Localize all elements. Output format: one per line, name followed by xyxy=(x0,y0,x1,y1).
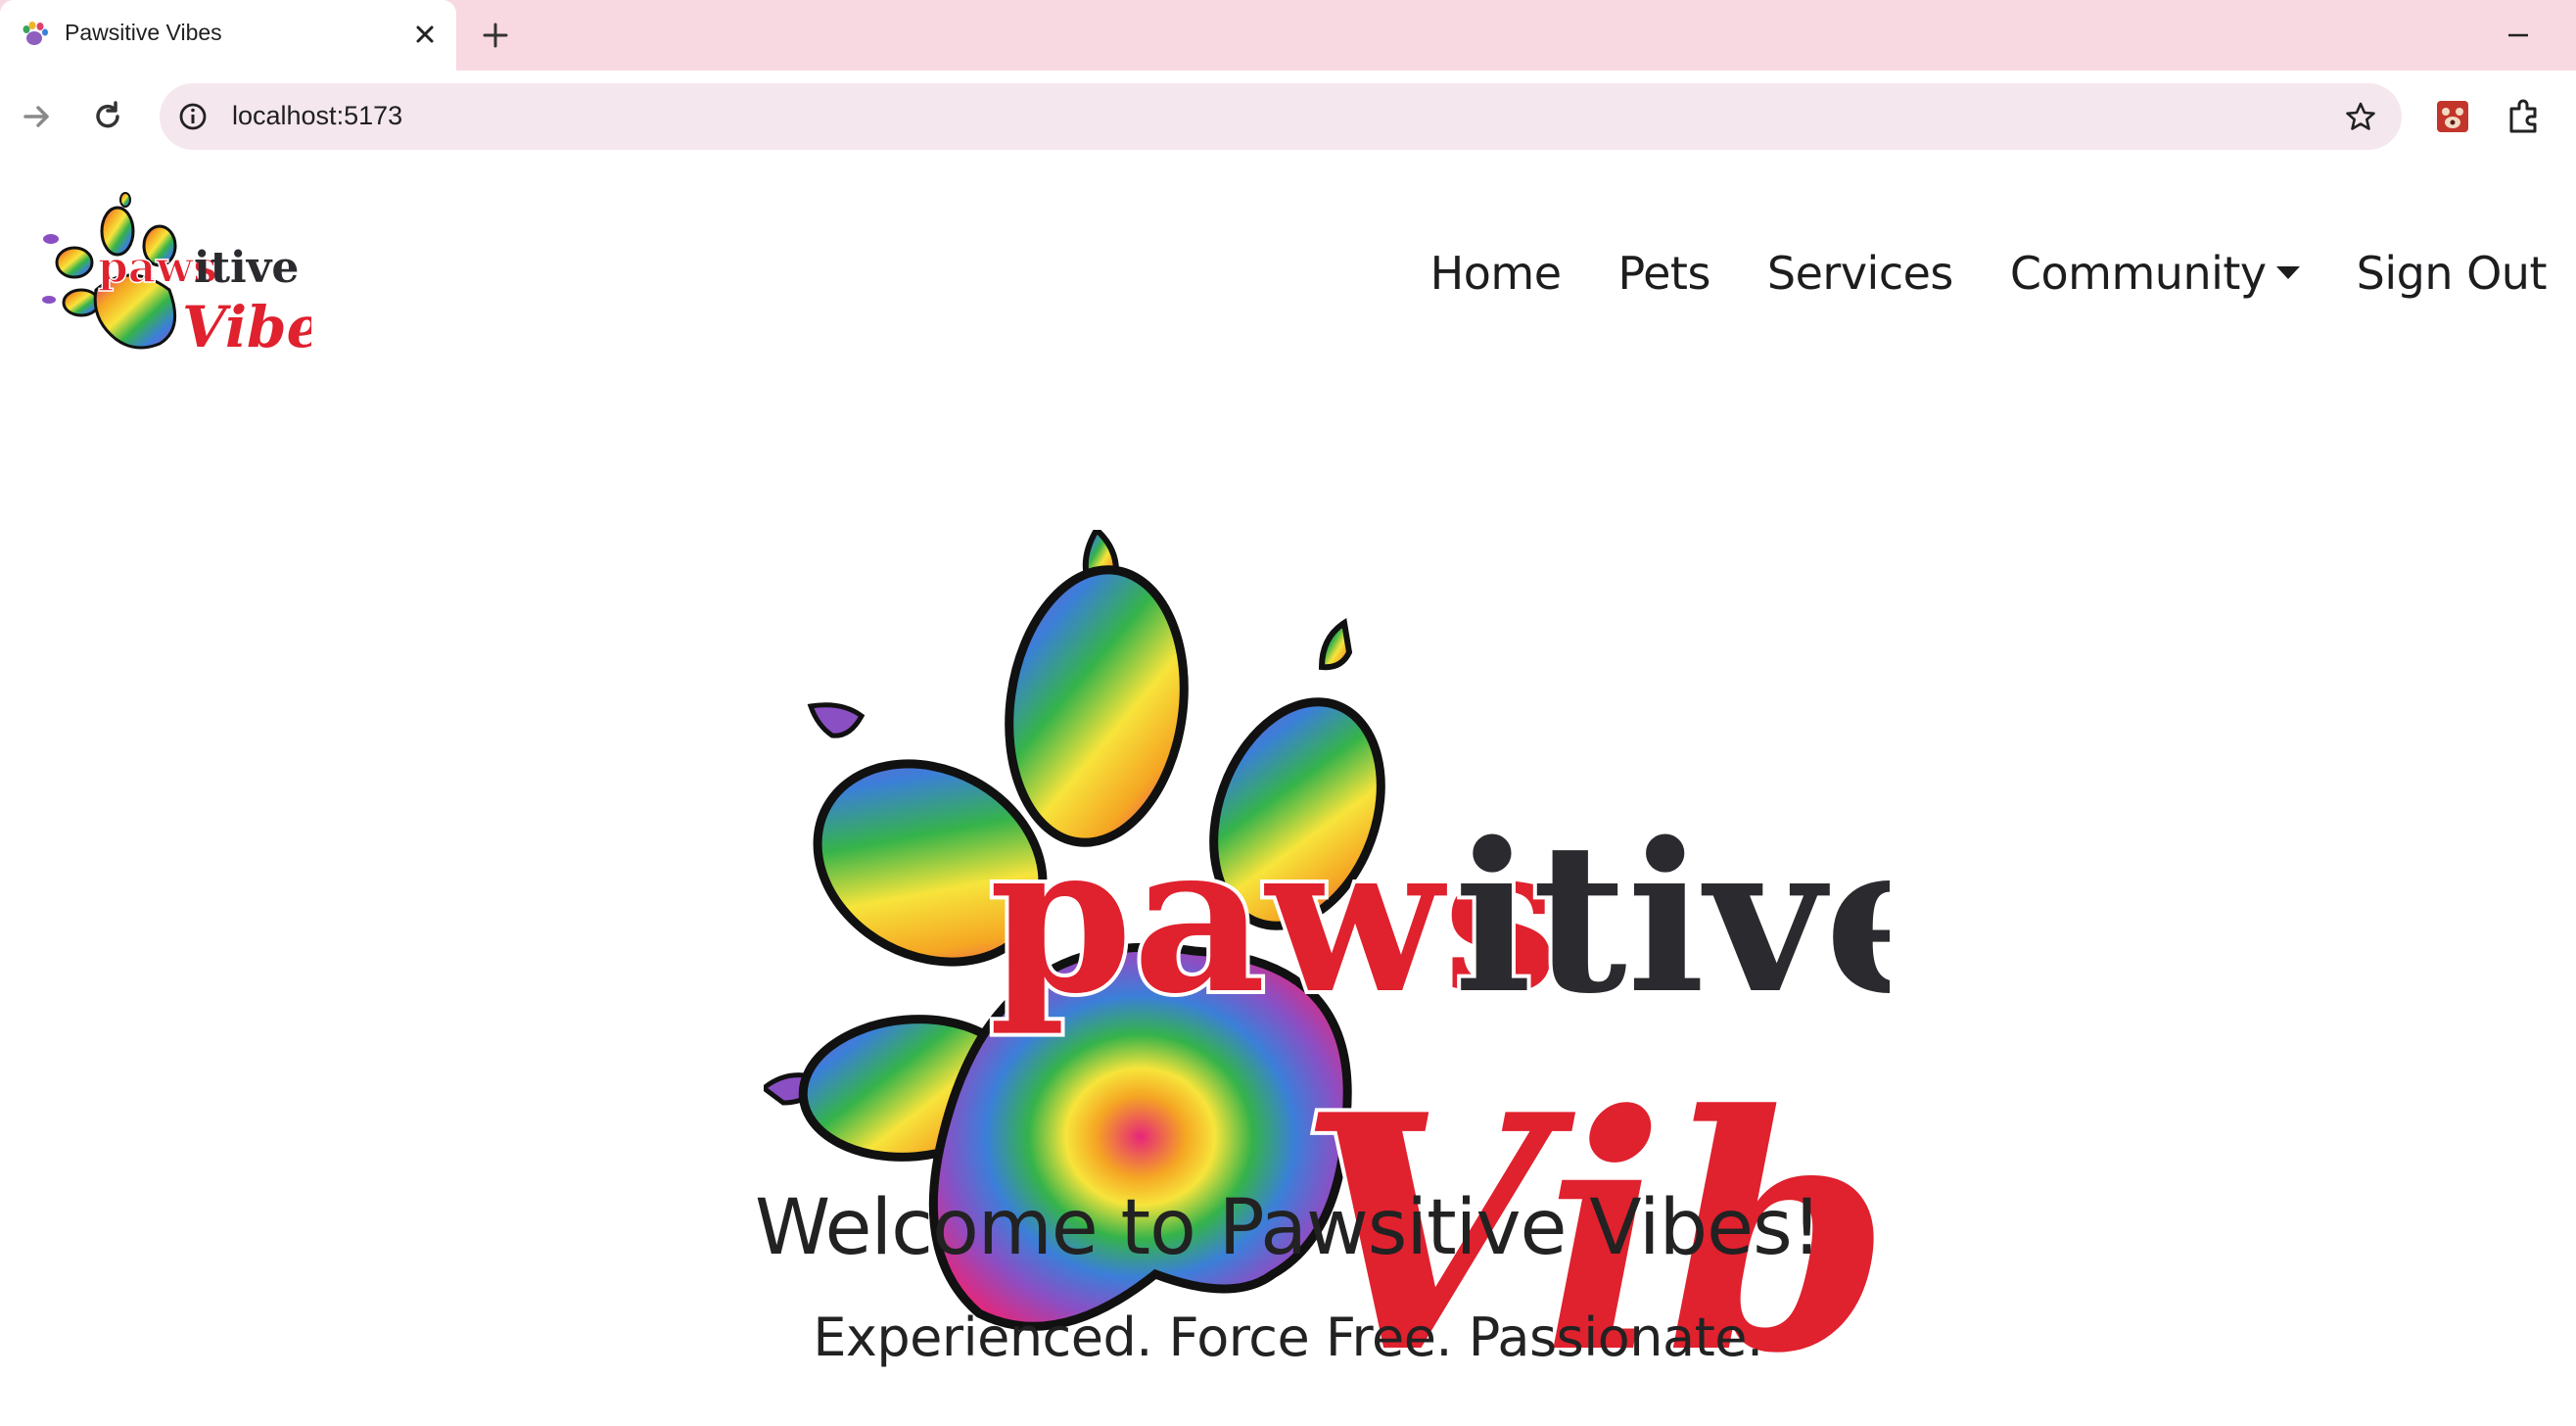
hero-headline: Welcome to Pawsitive Vibes! xyxy=(754,1184,1822,1272)
nav-item-label: Pets xyxy=(1617,247,1711,300)
nav-item-label: Home xyxy=(1429,247,1562,300)
brand-logo-word-vibes: Vibes xyxy=(182,294,311,358)
nav-item-pets[interactable]: Pets xyxy=(1590,247,1739,300)
nav-item-label: Services xyxy=(1766,247,1953,300)
browser-tab-strip: Pawsitive Vibes xyxy=(0,0,2576,71)
page-content: paws itive Vibes Home Pets Services Comm… xyxy=(0,163,2576,1426)
reload-icon[interactable] xyxy=(83,92,132,141)
brand-logo[interactable]: paws itive Vibes xyxy=(37,192,311,358)
nav-item-label: Community xyxy=(2009,247,2267,300)
address-bar[interactable]: localhost:5173 xyxy=(160,83,2402,150)
plus-icon[interactable] xyxy=(474,14,517,57)
nav-item-label: Sign Out xyxy=(2356,247,2548,300)
tab-title: Pawsitive Vibes xyxy=(65,20,222,45)
nav-item-home[interactable]: Home xyxy=(1402,247,1590,300)
puzzle-icon[interactable] xyxy=(2500,92,2549,141)
close-icon[interactable] xyxy=(407,17,443,52)
hero-logo-word-itive: itive xyxy=(1454,797,1890,1039)
extension-app-icon[interactable] xyxy=(2428,92,2477,141)
forward-arrow-icon[interactable] xyxy=(12,92,61,141)
chevron-down-icon xyxy=(2275,266,2300,279)
nav-item-sign-out[interactable]: Sign Out xyxy=(2328,247,2548,300)
paw-favicon-icon xyxy=(23,22,48,45)
site-info-icon[interactable] xyxy=(173,97,212,136)
star-icon[interactable] xyxy=(2341,97,2380,136)
url-text[interactable]: localhost:5173 xyxy=(232,101,402,131)
main-nav: Home Pets Services Community Sign Out xyxy=(1402,247,2548,300)
nav-item-community-dropdown[interactable]: Community xyxy=(1982,247,2328,300)
nav-item-services[interactable]: Services xyxy=(1739,247,1982,300)
hero-tagline: Experienced. Force Free. Passionate. xyxy=(813,1307,1763,1368)
browser-toolbar: localhost:5173 xyxy=(0,71,2576,165)
minimize-icon[interactable] xyxy=(2497,14,2540,57)
brand-logo-word-itive: itive xyxy=(194,243,299,293)
browser-tab[interactable]: Pawsitive Vibes xyxy=(0,0,456,71)
